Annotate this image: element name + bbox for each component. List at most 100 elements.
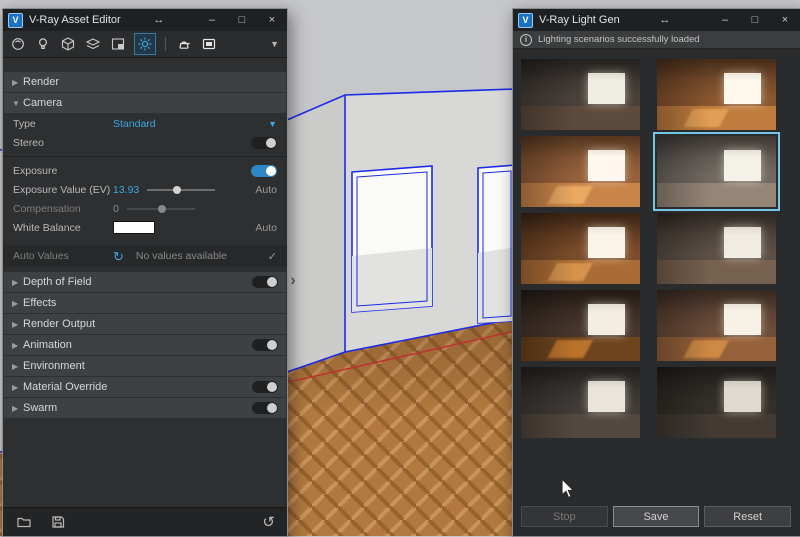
asset-editor-title: V-Ray Asset Editor — [29, 14, 121, 26]
section-material-override[interactable]: ▶ Material Override — [4, 377, 286, 397]
lightgen-thumbnail-3[interactable] — [521, 136, 640, 207]
asset-editor-toolbar: ▼ — [3, 31, 287, 58]
vray-logo: V — [8, 12, 23, 28]
section-environment[interactable]: ▶ Environment — [4, 356, 286, 376]
chevron-down-icon[interactable]: ▼ — [268, 119, 277, 129]
compensation-row: Compensation 0 — [3, 199, 287, 218]
toolbar-more-icon[interactable]: ▼ — [270, 39, 281, 49]
section-swarm[interactable]: ▶ Swarm — [4, 398, 286, 418]
ev-value[interactable]: 13.93 — [113, 184, 139, 196]
lightgen-thumbnail-grid — [521, 59, 780, 438]
auto-values-label: Auto Values — [13, 250, 69, 262]
window-2 — [477, 164, 517, 324]
section-label: Effects — [23, 297, 57, 309]
animation-toggle[interactable] — [252, 339, 278, 351]
section-render-output[interactable]: ▶ Render Output — [4, 314, 286, 334]
section-render[interactable]: ▶ Render — [4, 72, 286, 92]
depth-of-field-toggle[interactable] — [252, 276, 278, 288]
type-label: Type — [13, 117, 36, 130]
camera-type-row: Type Standard ▼ — [3, 114, 287, 133]
dock-arrows-icon[interactable]: ↔ — [153, 14, 164, 26]
lightgen-thumbnail-9[interactable] — [521, 367, 640, 438]
lightgen-thumbnail-1[interactable] — [521, 59, 640, 130]
materials-icon[interactable] — [9, 35, 27, 53]
exposure-row: Exposure — [3, 161, 287, 180]
caret-right-icon: ▶ — [12, 403, 19, 413]
light-gen-window: V V-Ray Light Gen ↔ – □ × i Lighting sce… — [512, 8, 800, 537]
asset-editor-window: V V-Ray Asset Editor ↔ – □ × ▼ ▶ Render … — [2, 8, 288, 537]
section-animation[interactable]: ▶ Animation — [4, 335, 286, 355]
section-label: Camera — [23, 97, 63, 109]
section-label: Swarm — [23, 402, 58, 414]
settings-icon[interactable] — [134, 33, 156, 55]
refresh-icon[interactable]: ↻ — [113, 250, 124, 263]
exposure-value-row: Exposure Value (EV) 13.93 Auto — [3, 180, 287, 199]
wb-auto-label: Auto — [255, 221, 277, 234]
stereo-toggle[interactable] — [251, 136, 277, 149]
section-label: Render — [23, 76, 60, 88]
window-1 — [351, 165, 433, 313]
swarm-toggle[interactable] — [252, 402, 278, 414]
render-icon[interactable] — [175, 35, 193, 53]
check-icon[interactable]: ✓ — [268, 250, 277, 263]
section-effects[interactable]: ▶ Effects — [4, 293, 286, 313]
caret-right-icon: ▶ — [12, 77, 19, 87]
panel-collapse-arrow[interactable]: › — [287, 268, 299, 294]
maximize-button[interactable]: □ — [227, 9, 257, 31]
divider — [3, 156, 287, 157]
maximize-button[interactable]: □ — [740, 9, 770, 31]
stereo-row: Stereo — [3, 133, 287, 152]
stop-button[interactable]: Stop — [521, 506, 608, 527]
lightgen-thumbnail-5[interactable] — [521, 213, 640, 284]
compositing-icon[interactable] — [109, 35, 127, 53]
close-button[interactable]: × — [770, 9, 800, 31]
lightgen-thumbnail-10[interactable] — [657, 367, 776, 438]
geometry-icon[interactable] — [59, 35, 77, 53]
white-balance-label: White Balance — [13, 221, 81, 234]
auto-values-row: Auto Values ↻ No values available ✓ — [3, 245, 287, 267]
lightgen-thumbnail-4[interactable] — [653, 132, 780, 211]
info-icon: i — [520, 33, 532, 46]
save-button[interactable]: Save — [612, 506, 700, 527]
type-dropdown[interactable]: Standard — [113, 118, 156, 130]
asset-editor-content: ▶ Render ▼ Camera Type Standard ▼ Stereo… — [3, 58, 287, 536]
exposure-toggle[interactable] — [251, 164, 277, 177]
stereo-label: Stereo — [13, 136, 44, 149]
section-depth-of-field[interactable]: ▶ Depth of Field — [4, 272, 286, 292]
asset-editor-titlebar[interactable]: V V-Ray Asset Editor ↔ – □ × — [3, 9, 287, 31]
render-frame-icon[interactable] — [200, 35, 218, 53]
caret-right-icon: ▶ — [12, 361, 19, 371]
lightgen-thumbnail-8[interactable] — [657, 290, 776, 361]
material-override-toggle[interactable] — [252, 381, 278, 393]
minimize-button[interactable]: – — [197, 9, 227, 31]
lightgen-thumbnail-6[interactable] — [657, 213, 776, 284]
open-file-icon[interactable] — [15, 513, 33, 531]
caret-right-icon: ▶ — [12, 298, 19, 308]
lightgen-thumbnail-7[interactable] — [521, 290, 640, 361]
compensation-value[interactable]: 0 — [113, 203, 119, 215]
compensation-slider[interactable] — [126, 203, 195, 215]
section-label: Animation — [23, 339, 72, 351]
close-button[interactable]: × — [257, 9, 287, 31]
textures-icon[interactable] — [84, 35, 102, 53]
light-gen-content: Stop Save Reset — [513, 49, 800, 536]
light-gen-title: V-Ray Light Gen — [539, 14, 620, 26]
reset-button[interactable]: Reset — [704, 506, 792, 527]
light-gen-titlebar[interactable]: V V-Ray Light Gen ↔ – □ × — [513, 9, 800, 31]
lightgen-thumbnail-2[interactable] — [657, 59, 776, 130]
save-file-icon[interactable] — [49, 513, 67, 531]
minimize-button[interactable]: – — [710, 9, 740, 31]
revert-icon[interactable]: ↺ — [262, 515, 275, 530]
white-balance-swatch[interactable] — [113, 221, 155, 234]
caret-right-icon: ▶ — [12, 340, 19, 350]
lights-icon[interactable] — [34, 35, 52, 53]
dock-arrows-icon[interactable]: ↔ — [659, 14, 670, 26]
caret-right-icon: ▶ — [12, 382, 19, 392]
auto-values-status: No values available — [135, 250, 227, 262]
section-camera[interactable]: ▼ Camera — [4, 93, 286, 113]
camera-panel: Type Standard ▼ Stereo Exposure Exposure… — [3, 114, 287, 267]
caret-right-icon: ▶ — [12, 319, 19, 329]
compensation-label: Compensation — [13, 202, 81, 215]
section-label: Material Override — [23, 381, 108, 393]
ev-slider[interactable] — [147, 184, 216, 196]
